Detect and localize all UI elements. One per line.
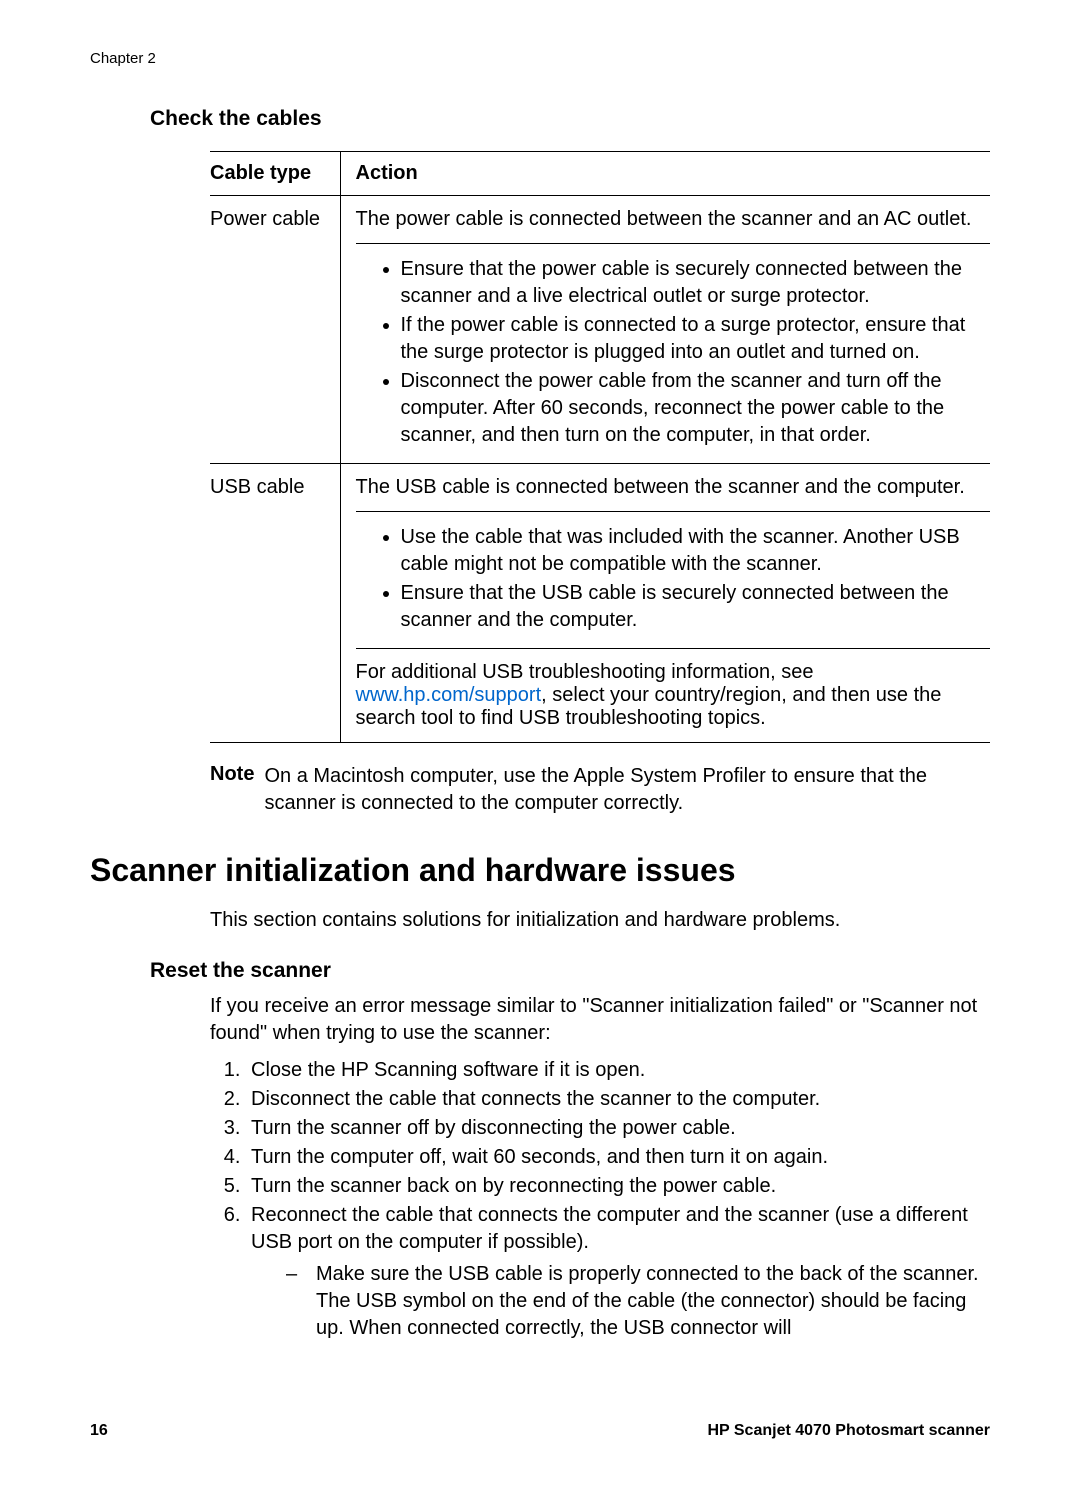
usb-bullets: Use the cable that was included with the… (356, 524, 991, 634)
reset-para: If you receive an error message similar … (210, 993, 990, 1047)
step6-sublist: Make sure the USB cable is properly conn… (251, 1261, 990, 1342)
chapter-label: Chapter 2 (90, 50, 990, 67)
power-intro: The power cable is connected between the… (356, 196, 991, 244)
list-item: If the power cable is connected to a sur… (401, 312, 991, 366)
step-item: Turn the scanner back on by reconnecting… (246, 1173, 990, 1200)
section-title-check-cables: Check the cables (150, 107, 990, 131)
usb-footer: For additional USB troubleshooting infor… (356, 649, 991, 742)
usb-footer-pre: For additional USB troubleshooting infor… (356, 661, 814, 683)
note-text: On a Macintosh computer, use the Apple S… (264, 763, 990, 817)
page-number: 16 (90, 1422, 108, 1440)
list-item: Ensure that the power cable is securely … (401, 256, 991, 310)
power-bullets: Ensure that the power cable is securely … (356, 256, 991, 449)
cable-type-usb: USB cable (210, 464, 340, 743)
note-block: Note On a Macintosh computer, use the Ap… (210, 763, 990, 817)
product-name: HP Scanjet 4070 Photosmart scanner (708, 1422, 991, 1440)
usb-support-link[interactable]: www.hp.com/support (356, 684, 542, 706)
note-label: Note (210, 763, 264, 817)
section2-intro: This section contains solutions for init… (210, 907, 990, 934)
step-item: Disconnect the cable that connects the s… (246, 1086, 990, 1113)
table-header-cable-type: Cable type (210, 152, 340, 196)
action-power: The power cable is connected between the… (340, 196, 990, 464)
usb-intro: The USB cable is connected between the s… (356, 464, 991, 512)
step-item: Turn the scanner off by disconnecting th… (246, 1115, 990, 1142)
table-header-action: Action (340, 152, 990, 196)
step-item: Turn the computer off, wait 60 seconds, … (246, 1144, 990, 1171)
table-row: Power cable The power cable is connected… (210, 196, 990, 464)
list-item: Use the cable that was included with the… (401, 524, 991, 578)
table-row: USB cable The USB cable is connected bet… (210, 464, 990, 743)
action-usb: The USB cable is connected between the s… (340, 464, 990, 743)
list-item: Ensure that the USB cable is securely co… (401, 580, 991, 634)
subsection-title-reset: Reset the scanner (150, 959, 990, 983)
main-heading-scanner-init: Scanner initialization and hardware issu… (90, 852, 990, 889)
cable-type-power: Power cable (210, 196, 340, 464)
step6-text: Reconnect the cable that connects the co… (251, 1204, 968, 1253)
cable-table: Cable type Action Power cable The power … (210, 151, 990, 743)
sub-dash-item: Make sure the USB cable is properly conn… (286, 1261, 990, 1342)
reset-steps: Close the HP Scanning software if it is … (210, 1057, 990, 1342)
page-footer: 16 HP Scanjet 4070 Photosmart scanner (90, 1422, 990, 1440)
list-item: Disconnect the power cable from the scan… (401, 368, 991, 449)
step-item: Reconnect the cable that connects the co… (246, 1202, 990, 1342)
step-item: Close the HP Scanning software if it is … (246, 1057, 990, 1084)
